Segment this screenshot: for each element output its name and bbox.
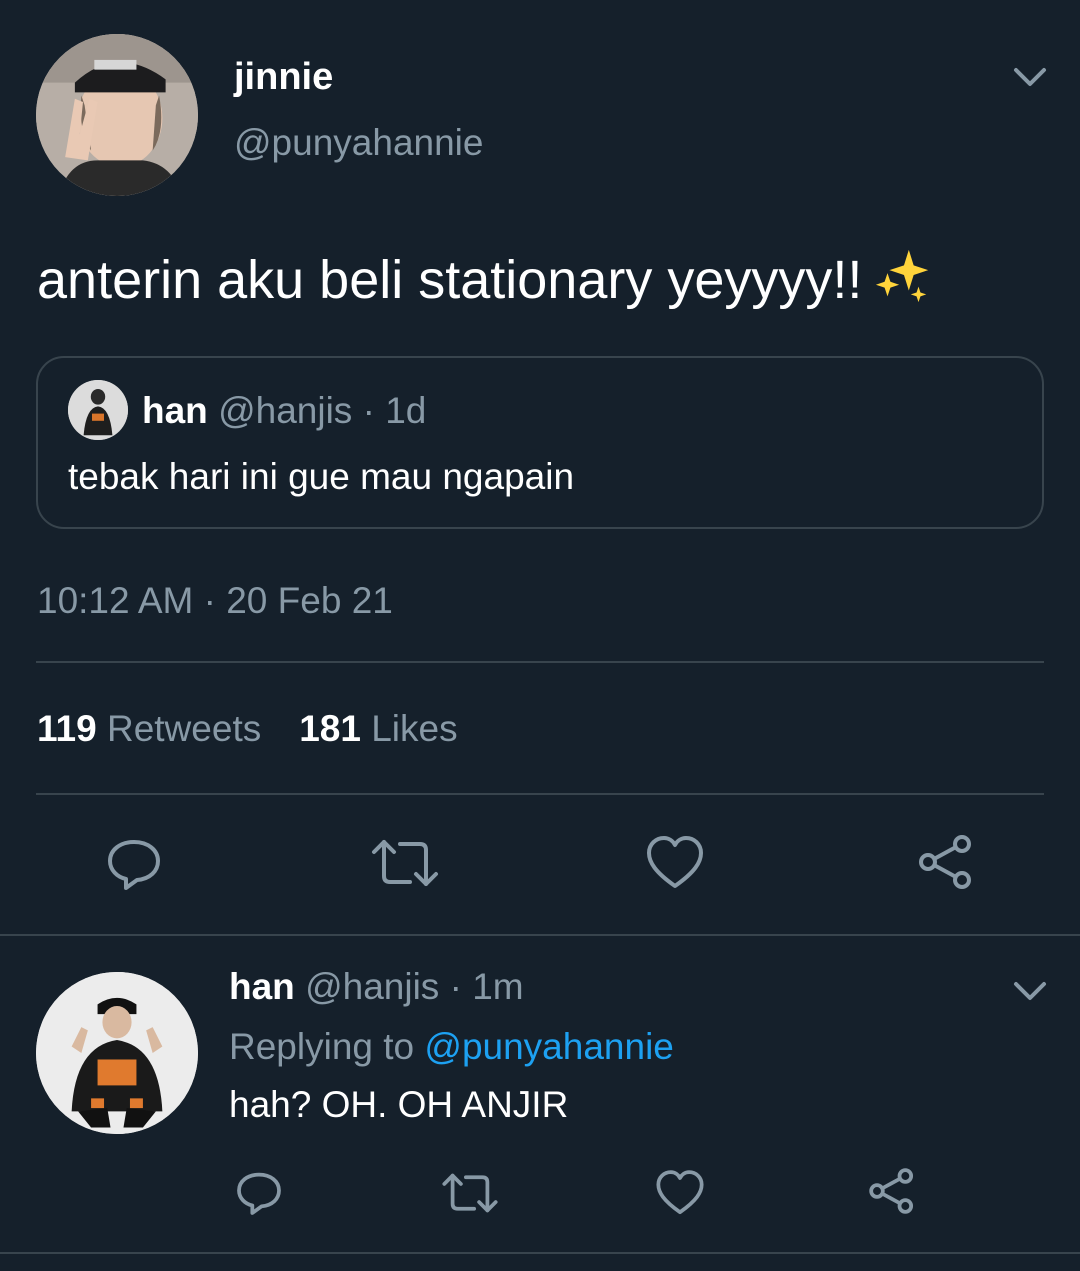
retweets-label: Retweets	[106, 708, 262, 749]
share-icon[interactable]	[867, 1166, 917, 1216]
tweet-body: anterin aku beli stationary yeyyyy!!	[37, 244, 934, 311]
author-avatar[interactable]	[36, 34, 198, 196]
tweet-detail-screen: jinnie @punyahannie anterin aku beli sta…	[0, 0, 1080, 1271]
avatar-photo	[36, 972, 198, 1134]
reply-icon[interactable]	[234, 1168, 284, 1218]
sparkles-icon	[876, 249, 929, 303]
timestamp-separator: ·	[203, 580, 216, 621]
quoted-separator: ·	[362, 390, 375, 431]
quoted-tweet-age: 1d	[385, 390, 427, 431]
reply-icon[interactable]	[104, 834, 164, 894]
reply-text: hah? OH. OH ANJIR	[229, 1084, 569, 1125]
tweet-time: 10:12 AM	[37, 580, 194, 621]
divider	[36, 661, 1044, 663]
quoted-tweet-header: han @hanjis · 1d	[142, 390, 426, 432]
share-icon[interactable]	[916, 832, 976, 892]
quoted-tweet-card[interactable]: han @hanjis · 1d tebak hari ini gue mau …	[36, 356, 1044, 529]
reply-separator: ·	[449, 966, 462, 1007]
avatar-photo	[36, 34, 198, 196]
reply-author-name[interactable]: han	[229, 966, 295, 1007]
reply-options-chevron-down-icon[interactable]	[1010, 976, 1050, 1006]
likes-label: Likes	[371, 708, 458, 749]
author-display-name[interactable]: jinnie	[234, 56, 333, 99]
divider	[36, 793, 1044, 795]
reply-age: 1m	[472, 966, 524, 1007]
tweet-timestamp: 10:12 AM · 20 Feb 21	[37, 580, 393, 622]
quoted-author-handle: @hanjis	[218, 390, 353, 431]
quoted-author-name: han	[142, 390, 208, 431]
likes-count: 181	[299, 708, 361, 749]
quoted-tweet-text: tebak hari ini gue mau ngapain	[68, 456, 575, 497]
reply-author-handle[interactable]: @hanjis	[305, 966, 439, 1007]
retweet-icon[interactable]	[370, 836, 440, 890]
retweet-icon[interactable]	[441, 1170, 499, 1216]
reply-author-avatar[interactable]	[36, 972, 198, 1134]
replying-to-label: Replying to	[229, 1026, 415, 1067]
replying-to: Replying to @punyahannie	[229, 1026, 674, 1068]
retweets-count: 119	[37, 708, 97, 749]
retweets-stat[interactable]: 119 Retweets	[37, 708, 261, 749]
tweet-stats: 119 Retweets 181 Likes	[37, 708, 458, 750]
divider	[0, 1252, 1080, 1254]
tweet-text: anterin aku beli stationary yeyyyy!!	[37, 250, 863, 310]
reply-header: han @hanjis · 1m	[229, 966, 524, 1008]
author-handle[interactable]: @punyahannie	[234, 122, 483, 164]
like-icon[interactable]	[645, 834, 705, 892]
tweet-options-chevron-down-icon[interactable]	[1010, 62, 1050, 92]
likes-stat[interactable]: 181 Likes	[299, 708, 457, 749]
like-icon[interactable]	[655, 1168, 705, 1218]
tweet-date: 20 Feb 21	[226, 580, 393, 621]
replying-to-mention[interactable]: @punyahannie	[424, 1026, 673, 1067]
divider	[0, 934, 1080, 936]
quoted-author-avatar	[68, 380, 128, 440]
